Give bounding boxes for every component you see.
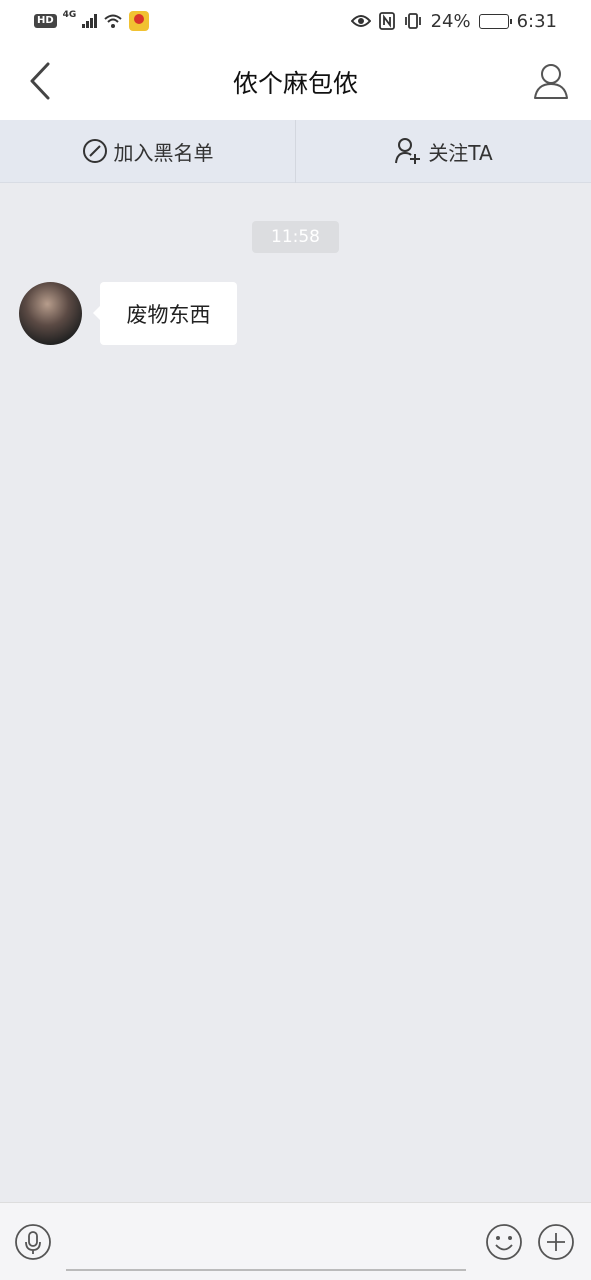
message-input[interactable]: [66, 1221, 466, 1271]
action-bar: 加入黑名单 关注TA: [0, 120, 591, 183]
nfc-icon: [378, 12, 395, 30]
status-bar: HD 4G 24% 6:31: [0, 0, 591, 42]
plus-circle-icon[interactable]: [537, 1223, 575, 1261]
follow-label: 关注TA: [428, 140, 493, 165]
message-bubble[interactable]: 废物东西: [93, 282, 237, 345]
battery-icon: [478, 13, 512, 29]
user-outline-icon[interactable]: [531, 60, 571, 102]
microphone-icon[interactable]: [14, 1223, 52, 1261]
add-to-blacklist-label: 加入黑名单: [113, 140, 214, 165]
message-timestamp: 11:58: [252, 221, 339, 253]
eye-icon: [350, 15, 371, 27]
hd-badge: HD: [34, 14, 57, 28]
page-title: 侬个麻包侬: [232, 69, 358, 98]
chevron-left-icon[interactable]: [22, 60, 62, 102]
chat-header: 侬个麻包侬: [0, 42, 591, 120]
smiley-icon[interactable]: [485, 1223, 523, 1261]
wifi-icon: [104, 14, 122, 28]
add-to-blacklist-button[interactable]: 加入黑名单: [0, 120, 295, 182]
network-type: 4G: [62, 10, 77, 20]
battery-percent: 24%: [430, 10, 471, 32]
user-plus-icon: [395, 138, 421, 164]
vibrate-icon: [404, 13, 421, 29]
signal-icon: [82, 14, 98, 28]
message-text: 废物东西: [126, 302, 211, 327]
status-right: 24% 6:31: [350, 10, 557, 32]
app-notification-icon: [129, 11, 150, 31]
avatar[interactable]: [19, 282, 82, 345]
status-left: HD 4G: [34, 10, 150, 31]
follow-button[interactable]: 关注TA: [296, 120, 591, 182]
input-bar: [0, 1202, 591, 1280]
ban-circle-icon: [82, 139, 107, 163]
clock: 6:31: [516, 10, 557, 32]
